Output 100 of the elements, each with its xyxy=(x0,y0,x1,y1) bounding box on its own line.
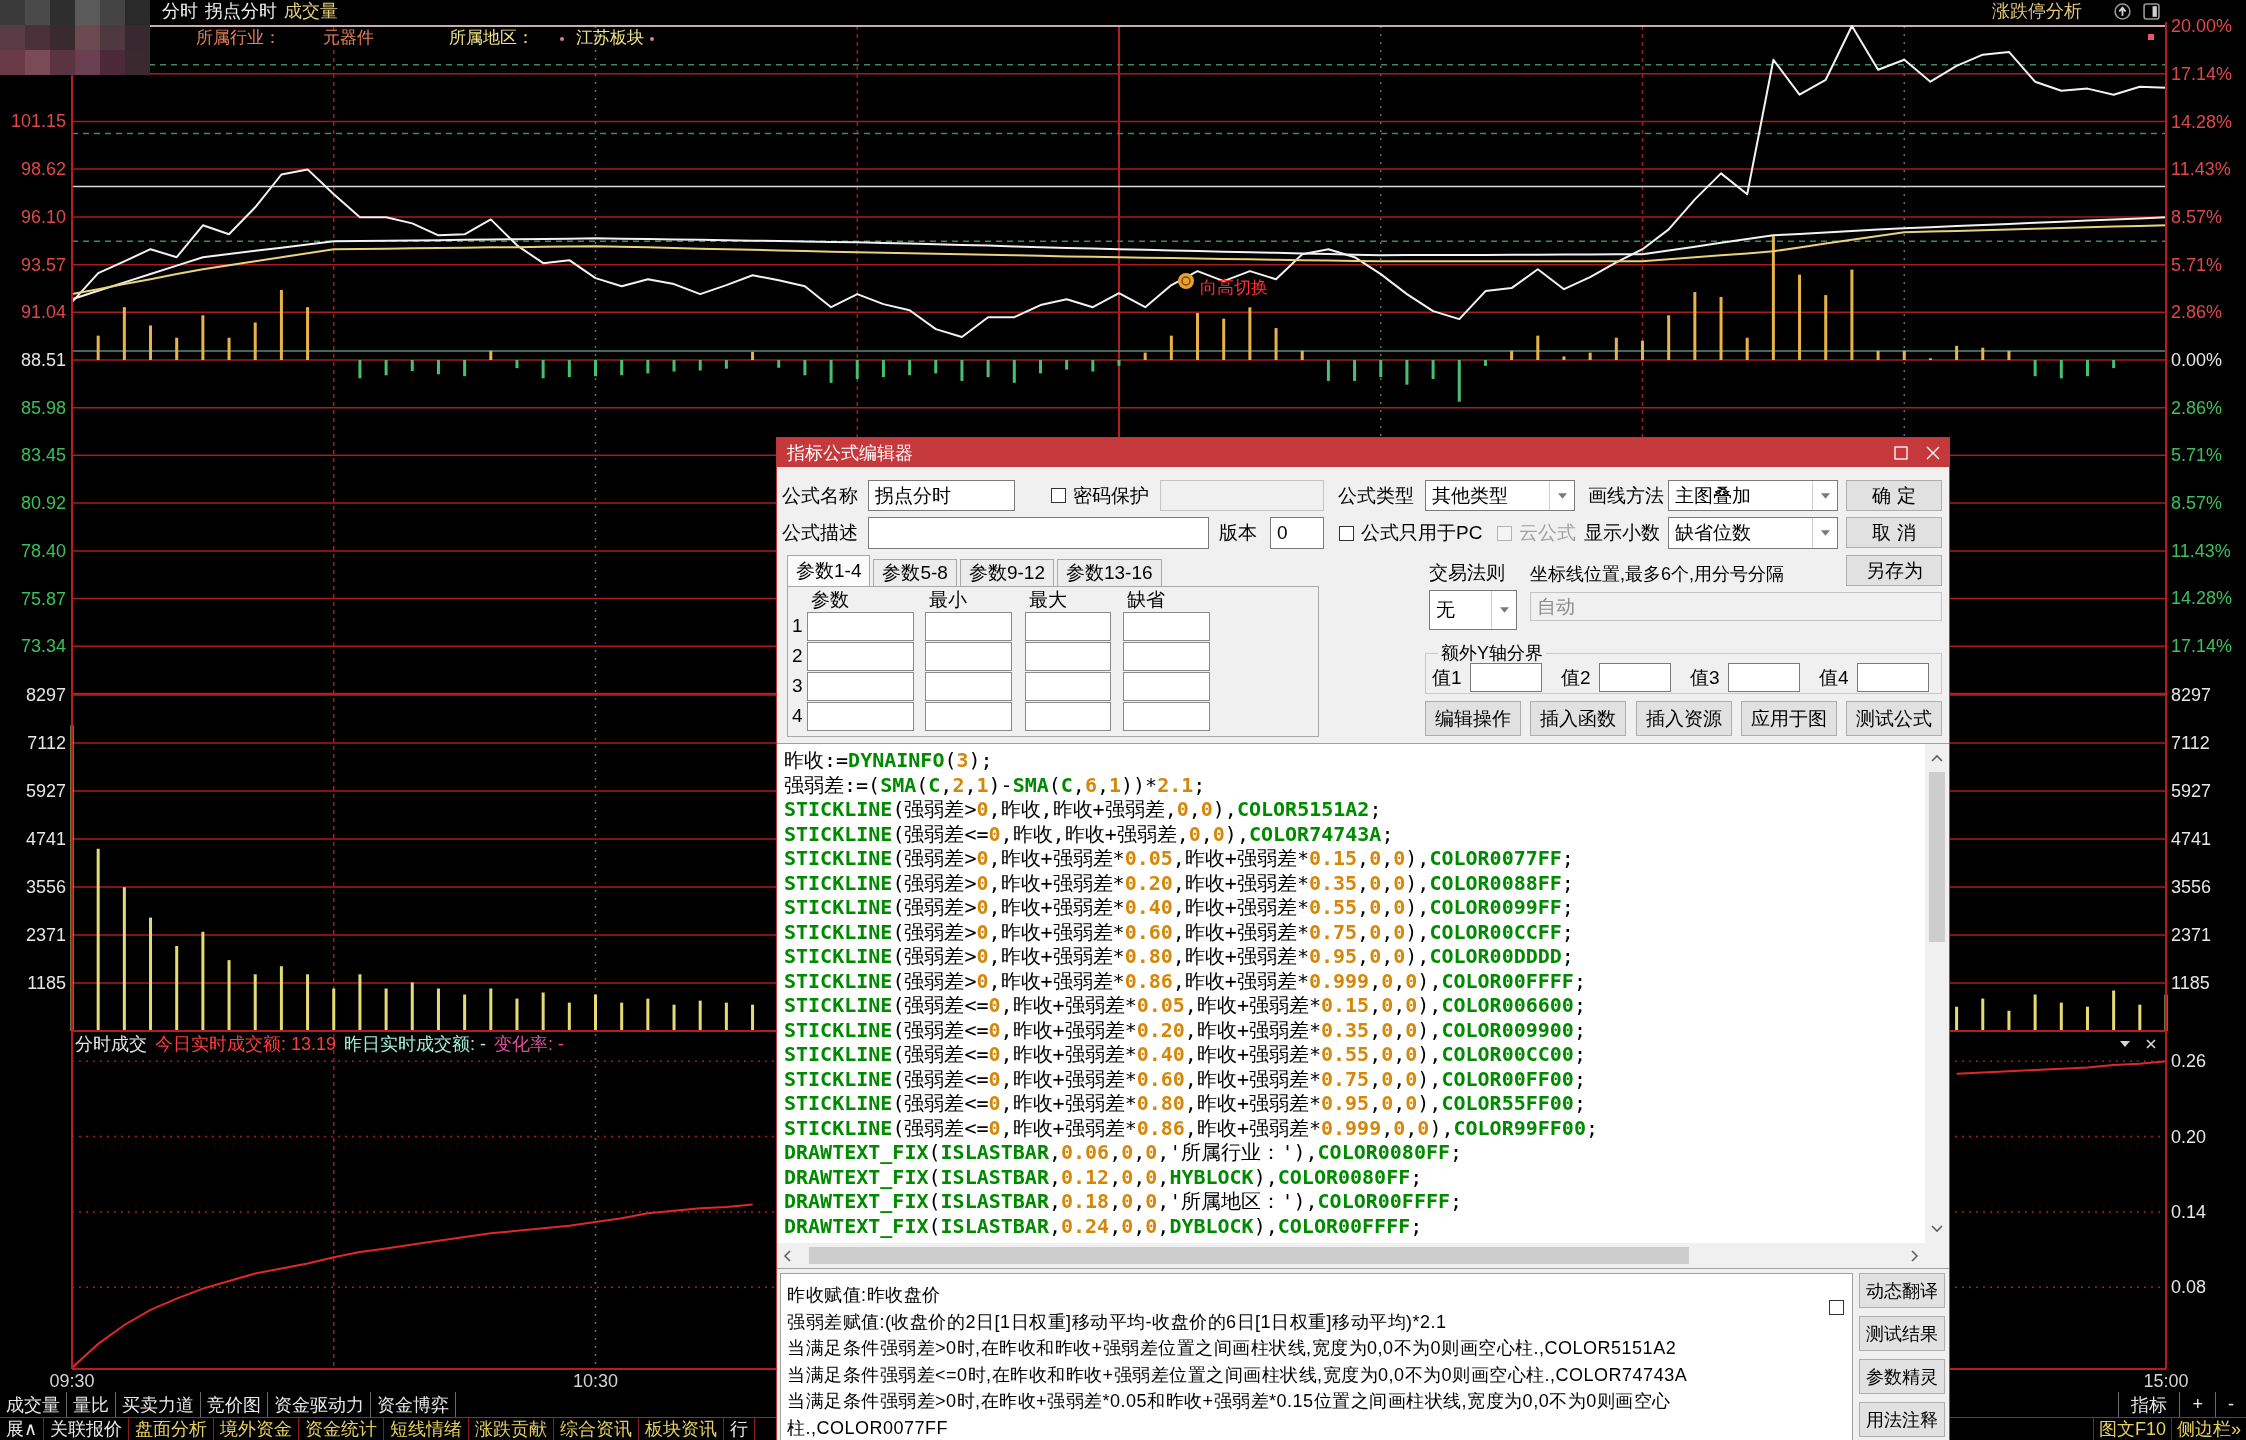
time-label: 15:00 xyxy=(2143,1371,2189,1391)
field-label: 公式描述 xyxy=(782,521,859,545)
axis-label: 101.15 xyxy=(10,111,66,132)
field-label: 值4 xyxy=(1819,665,1850,690)
axis-label: 73.34 xyxy=(20,636,66,657)
translation-line: 强弱差赋值:(收盘价的2日[1日权重]移动平均-收盘价的6日[1日权重]移动平均)*2.1 xyxy=(787,1310,1448,1334)
axis-label: 17.14% xyxy=(2171,636,2233,657)
axis-label: 4741 xyxy=(25,829,66,849)
field-label: 显示小数 xyxy=(1584,521,1661,545)
code-line: 昨收:=DYNAINFO(3); xyxy=(784,748,994,773)
axis-label: 8297 xyxy=(25,685,66,705)
chart-label: 所属地区： xyxy=(449,28,534,47)
code-line: DRAWTEXT_FIX(ISLASTBAR,0.12,0,0,HYBLOCK),COLOR0080FF; xyxy=(784,1164,1424,1189)
axis-label: 1185 xyxy=(2171,973,2210,993)
axis-label: 7112 xyxy=(2171,733,2210,753)
dialog-title: 指标公式编辑器 xyxy=(787,441,913,465)
chart-label: 元器件 xyxy=(322,28,374,47)
axis-label: 1185 xyxy=(27,973,66,993)
axis-label: 14.28% xyxy=(2171,588,2233,609)
code-line: STICKLINE(强弱差>0,昨收+强弱差*0.60,昨收+强弱差*0.75,0,0),COLOR00CCFF; xyxy=(784,919,1575,944)
axis-label: 0.08 xyxy=(2171,1277,2207,1298)
code-line: STICKLINE(强弱差<=0,昨收+强弱差*0.20,昨收+强弱差*0.35,0,0),COLOR009900; xyxy=(784,1017,1587,1042)
code-line: STICKLINE(强弱差<=0,昨收+强弱差*0.80,昨收+强弱差*0.95,0,0),COLOR55FF00; xyxy=(784,1091,1587,1116)
column-header: 最大 xyxy=(1029,588,1067,612)
axis-label: 5927 xyxy=(25,781,66,801)
field-label: 坐标线位置,最多6个,用分号分隔 xyxy=(1530,563,1784,586)
column-header: 缺省 xyxy=(1127,588,1165,612)
chart-title: 分时 xyxy=(162,0,198,23)
time-label: 09:30 xyxy=(49,1371,95,1391)
axis-label: 0.26 xyxy=(2171,1051,2207,1072)
axis-label: 85.98 xyxy=(20,397,66,418)
code-line: 强弱差:=(SMA(C,2,1)-SMA(C,6,1))*2.1; xyxy=(784,772,1207,797)
legend-label: 昨日实时成交额: - xyxy=(344,1033,487,1055)
legend-label: 分时成交 xyxy=(75,1033,147,1055)
code-line: STICKLINE(强弱差<=0,昨收+强弱差*0.86,昨收+强弱差*0.999,0,0),COLOR99FF00; xyxy=(784,1115,1599,1140)
code-line: STICKLINE(强弱差<=0,昨收+强弱差*0.60,昨收+强弱差*0.75,0,0),COLOR00FF00; xyxy=(784,1066,1587,1091)
translation-line: 当满足条件强弱差>0时,在昨收+强弱差*0.05和昨收+强弱差*0.15位置之间画柱状线,宽度为0,0不为0则画空心柱.,COLOR0077FF xyxy=(787,1390,1672,1440)
axis-label: 4741 xyxy=(2171,829,2212,849)
axis-label: 11.43% xyxy=(2171,159,2231,180)
chart-title: 拐点分时 xyxy=(205,0,277,23)
axis-label: 20.00% xyxy=(2171,16,2233,36)
checkbox-label: 密码保护 xyxy=(1073,483,1150,508)
translation-line: 昨收赋值:昨收盘价 xyxy=(787,1284,942,1307)
translation-line: 当满足条件强弱差>0时,在昨收和昨收+强弱差位置之间画柱状线,宽度为0,0不为0则画空心柱.,COLOR5151A2 xyxy=(787,1337,1678,1360)
field-label: 版本 xyxy=(1219,521,1258,545)
row-number: 1 xyxy=(792,614,804,638)
field-label: 公式类型 xyxy=(1338,483,1415,508)
code-line: DRAWTEXT_FIX(ISLASTBAR,0.24,0,0,DYBLOCK),COLOR00FFFF; xyxy=(784,1213,1424,1238)
axis-label: 75.87 xyxy=(20,588,66,609)
legend-label: 变化率: - xyxy=(494,1033,565,1055)
axis-label: 5.71% xyxy=(2171,445,2223,466)
axis-label: 3556 xyxy=(2171,877,2212,897)
axis-label: 8297 xyxy=(2171,685,2212,705)
axis-label: 2.86% xyxy=(2171,302,2223,323)
code-line: STICKLINE(强弱差>0,昨收+强弱差*0.20,昨收+强弱差*0.35,0,0),COLOR0088FF; xyxy=(784,870,1575,895)
axis-label: 7112 xyxy=(27,733,66,753)
row-number: 3 xyxy=(792,674,804,698)
code-line: STICKLINE(强弱差<=0,昨收+强弱差*0.05,昨收+强弱差*0.15,0,0),COLOR006600; xyxy=(784,993,1587,1018)
field-label: 画线方法 xyxy=(1588,483,1665,508)
code-line: STICKLINE(强弱差>0,昨收,昨收+强弱差,0,0),COLOR5151A2; xyxy=(784,797,1383,822)
axis-label: 2.86% xyxy=(2171,397,2223,418)
time-label: 10:30 xyxy=(573,1371,618,1391)
code-line: STICKLINE(强弱差>0,昨收+强弱差*0.05,昨收+强弱差*0.15,0,0),COLOR0077FF; xyxy=(784,846,1575,871)
axis-label: 88.51 xyxy=(20,350,66,370)
axis-label: 0.14 xyxy=(2171,1201,2207,1222)
chart-label: 江苏板块 xyxy=(575,28,644,47)
checkbox-label: 公式只用于PC xyxy=(1361,521,1484,545)
code-line: DRAWTEXT_FIX(ISLASTBAR,0.18,0,0,'所属地区：'),COLOR00FFFF; xyxy=(784,1189,1464,1214)
axis-label: 78.40 xyxy=(20,540,66,561)
field-label: 公式名称 xyxy=(782,483,859,508)
axis-label: 5927 xyxy=(2171,781,2212,801)
axis-label: 14.28% xyxy=(2171,111,2233,132)
field-label: 值1 xyxy=(1432,665,1463,690)
axis-label: 93.57 xyxy=(20,254,66,275)
axis-label: 3556 xyxy=(25,877,66,897)
code-line: DRAWTEXT_FIX(ISLASTBAR,0.06,0,0,'所属行业：'),COLOR0080FF; xyxy=(784,1140,1464,1165)
axis-label: 5.71% xyxy=(2171,254,2223,275)
axis-label: 2371 xyxy=(25,925,66,945)
translation-line: 当满足条件强弱差<=0时,在昨收和昨收+强弱差位置之间画柱状线,宽度为0,0不为0则画空心柱.,COLOR74743A xyxy=(787,1363,1689,1387)
axis-label: 80.92 xyxy=(20,493,66,514)
axis-label: 0.20 xyxy=(2171,1126,2207,1147)
axis-label: 11.43% xyxy=(2171,540,2231,561)
field-label: 值3 xyxy=(1690,665,1721,690)
group-title: 额外Y轴分界 xyxy=(1440,643,1544,663)
code-line: STICKLINE(强弱差>0,昨收+强弱差*0.40,昨收+强弱差*0.55,0,0),COLOR0099FF; xyxy=(784,895,1575,920)
axis-label: 2371 xyxy=(2171,925,2212,945)
code-line: STICKLINE(强弱差<=0,昨收+强弱差*0.40,昨收+强弱差*0.55,0,0),COLOR00CC00; xyxy=(784,1042,1587,1067)
axis-label: 17.14% xyxy=(2171,63,2233,84)
axis-label: 8.57% xyxy=(2171,206,2223,227)
axis-label: 91.04 xyxy=(20,302,66,323)
code-line: STICKLINE(强弱差>0,昨收+强弱差*0.86,昨收+强弱差*0.999,0,0),COLOR00FFFF; xyxy=(784,968,1587,993)
annotation-label: 向高切换 xyxy=(1200,278,1268,297)
column-header: 最小 xyxy=(929,588,967,612)
checkbox-label: 云公式 xyxy=(1519,521,1577,545)
column-header: 参数 xyxy=(811,588,849,612)
axis-label: 98.62 xyxy=(20,159,66,180)
row-number: 4 xyxy=(792,704,804,728)
legend-label: 今日实时成交额: 13.19 xyxy=(155,1033,337,1055)
chart-title: 成交量 xyxy=(284,0,338,23)
axis-label: 8.57% xyxy=(2171,493,2223,514)
